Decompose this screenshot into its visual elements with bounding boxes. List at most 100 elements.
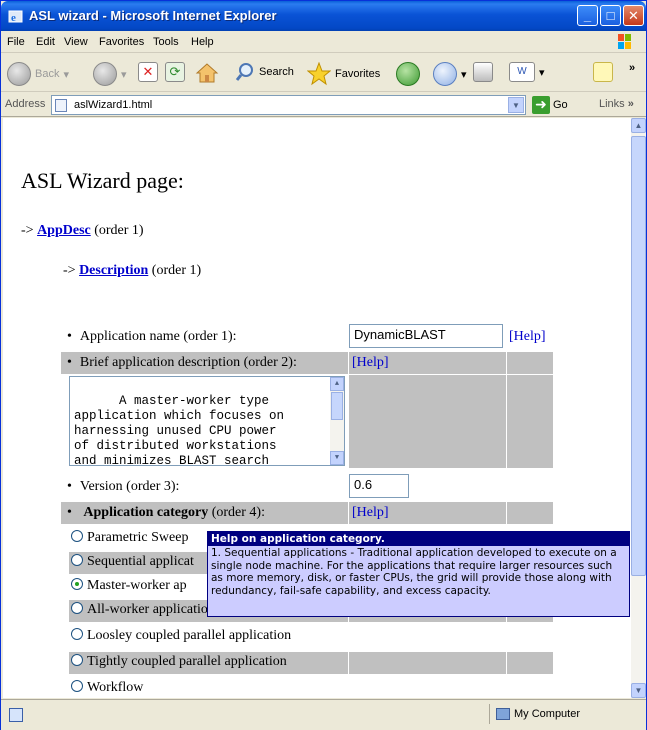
page-status-icon [9,708,23,722]
windows-flag-icon [618,34,631,49]
radio-selected-icon[interactable] [71,578,83,590]
scroll-down-icon[interactable]: ▼ [631,683,646,698]
category-label-bold: Application category [83,505,209,520]
scroll-up-icon[interactable]: ▲ [631,118,646,133]
category-help-link[interactable]: [Help] [352,505,389,521]
scroll-thumb[interactable] [631,136,646,576]
address-input[interactable]: aslWizard1.html ▼ [51,95,526,115]
option-all-worker[interactable]: All-worker application [71,602,215,618]
brief-extra-cell [507,352,553,374]
option-master-worker[interactable]: Master-worker ap [71,578,187,594]
scroll-thumb[interactable] [331,392,343,420]
maximize-button[interactable]: □ [600,5,621,26]
ie-logo-icon: e [8,10,23,24]
mail-icon [433,62,457,86]
option-loosely-coupled[interactable]: Loosley coupled parallel application [71,628,291,644]
home-button[interactable] [195,62,219,84]
notes-button[interactable] [593,62,613,82]
textarea-scrollbar[interactable]: ▲ ▼ [330,377,344,465]
computer-icon [496,708,510,721]
go-arrow-icon: ➜ [532,96,550,114]
forward-button[interactable]: ▾ [93,62,127,86]
back-label: Back [35,68,60,80]
menu-edit[interactable]: Edit [36,36,55,48]
option-tightly-coupled[interactable]: Tightly coupled parallel application [71,654,287,670]
breadcrumb-appdesc: -> AppDesc (order 1) [21,223,144,239]
window-title: ASL wizard - Microsoft Internet Explorer [29,8,277,23]
back-button[interactable]: Back ▾ [7,62,69,86]
history-icon [396,62,420,86]
category-help-tooltip: Help on application category. 1. Sequent… [207,531,630,617]
app-name-label: Application name (order 1): [67,329,237,345]
order-label: (order 1) [94,223,144,238]
page-title: ASL Wizard page: [21,168,184,193]
option-workflow[interactable]: Workflow [71,680,143,696]
go-button[interactable]: ➜ Go [532,96,568,114]
radio-icon[interactable] [71,554,83,566]
mail-button[interactable]: ▾ [433,62,467,86]
textarea-side-cell [349,375,506,468]
browser-window: e ASL wizard - Microsoft Internet Explor… [0,0,647,730]
security-zone: My Computer [489,704,639,724]
search-icon [235,63,253,81]
breadcrumb-description: -> Description (order 1) [63,263,201,279]
description-link[interactable]: Description [79,263,148,278]
edit-button[interactable]: W ▾ [509,62,545,82]
page-icon [55,99,67,112]
forward-arrow-icon [93,62,117,86]
page-scrollbar[interactable]: ▲ ▼ [631,118,646,698]
edit-dropdown-icon: ▾ [539,66,545,79]
category-label: Application category (order 4): [67,505,265,521]
address-value: aslWizard1.html [74,99,153,111]
appdesc-link[interactable]: AppDesc [37,223,91,238]
stop-button[interactable]: ✕ [138,62,158,82]
scroll-down-icon[interactable]: ▼ [330,451,344,465]
toolbar: Back ▾ ▾ ✕ ⟳ Search Favorites ▾ W ▾ » [1,54,646,92]
minimize-button[interactable]: _ [577,5,598,26]
radio-icon[interactable] [71,654,83,666]
address-dropdown-icon[interactable]: ▼ [508,97,524,113]
option-sequential[interactable]: Sequential applicat [71,554,194,570]
option-parametric-sweep[interactable]: Parametric Sweep [71,530,188,546]
refresh-button[interactable]: ⟳ [165,62,185,82]
version-label: Version (order 3): [67,479,180,495]
order-label: (order 1) [151,263,202,278]
links-button[interactable]: Links » [599,98,634,110]
history-button[interactable] [396,62,420,86]
menu-file[interactable]: File [7,36,25,48]
scroll-up-icon[interactable]: ▲ [330,377,344,391]
close-button[interactable]: ✕ [623,5,644,26]
mail-dropdown-icon: ▾ [461,68,467,81]
title-bar: e ASL wizard - Microsoft Internet Explor… [1,1,646,31]
svg-text:e: e [11,12,16,24]
radio-icon[interactable] [71,628,83,640]
note-icon [593,62,613,82]
menu-help[interactable]: Help [191,36,214,48]
version-input[interactable]: 0.6 [349,474,409,498]
app-name-help-link[interactable]: [Help] [509,329,546,345]
app-name-input[interactable]: DynamicBLAST [349,324,503,348]
tooltip-body: 1. Sequential applications - Traditional… [211,547,617,597]
search-button[interactable]: Search [235,62,294,82]
option-extra-cell [507,652,553,674]
favorites-button[interactable]: Favorites [307,62,380,86]
brief-help-link[interactable]: [Help] [352,355,389,371]
menu-favorites[interactable]: Favorites [99,36,144,48]
favorites-label: Favorites [335,68,381,80]
description-textarea[interactable]: A master-worker type application which f… [69,376,345,466]
status-bar: My Computer [1,699,646,730]
category-extra-cell [507,502,553,524]
back-dropdown-icon: ▾ [63,68,69,81]
tooltip-title: Help on application category. [208,532,629,546]
radio-icon[interactable] [71,680,83,692]
address-bar: Address aslWizard1.html ▼ ➜ Go Links » [1,93,646,117]
radio-icon[interactable] [71,602,83,614]
nav-arrow: -> [21,223,34,238]
go-label: Go [553,99,568,111]
toolbar-overflow-icon[interactable]: » [629,62,635,74]
search-label: Search [259,66,294,78]
menu-tools[interactable]: Tools [153,36,179,48]
print-button[interactable] [473,62,493,82]
menu-view[interactable]: View [64,36,88,48]
radio-icon[interactable] [71,530,83,542]
